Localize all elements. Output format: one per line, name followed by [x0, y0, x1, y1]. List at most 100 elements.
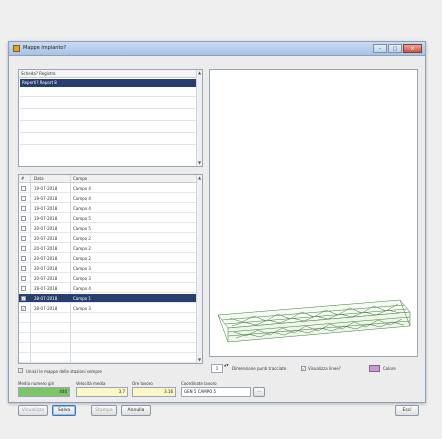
- app-icon: [13, 45, 20, 52]
- visualizza-button[interactable]: Visualizza: [18, 405, 48, 416]
- table-scrollbar[interactable]: ▲ ▼: [196, 175, 202, 363]
- table-row[interactable]: 19-07-2018 Campo 4: [19, 194, 197, 203]
- table-header: # Data Campo: [19, 175, 197, 183]
- row-date: 20-07-2018: [34, 256, 58, 261]
- divider: [20, 144, 196, 145]
- top-list-item-selected[interactable]: Reperti? Report 8: [20, 79, 202, 87]
- row-date: 28-07-2018: [34, 306, 58, 311]
- row-field-name: Campo 1: [73, 296, 91, 301]
- row-date: 19-07-2018: [34, 196, 58, 201]
- scroll-up-icon[interactable]: ▲: [197, 175, 202, 181]
- minimize-button[interactable]: –: [373, 44, 387, 53]
- table-row[interactable]: 19-07-2018 Campo 4: [19, 204, 197, 213]
- row-field-name: Campo 4: [73, 196, 91, 201]
- column-header-date[interactable]: Data: [34, 176, 44, 181]
- point-size-arrows-icon[interactable]: ▲▼: [224, 363, 229, 367]
- point-size-label: Dimensione punti tracciato: [232, 366, 287, 371]
- main-window: Mappe impianto? – □ × Scheda? Registro R…: [8, 41, 426, 416]
- coordinates-field[interactable]: GEN 5 CAMPO 5: [181, 387, 251, 397]
- row-date: 28-07-2018: [34, 296, 58, 301]
- show-lines-label: Visualizza linee?: [308, 366, 341, 371]
- point-size-spinner[interactable]: 1: [211, 364, 223, 373]
- table-row[interactable]: 19-07-2018 Campo 4: [19, 184, 197, 193]
- row-checkbox[interactable]: [21, 196, 26, 201]
- table-row[interactable]: 20-07-2018 Campo 2: [19, 254, 197, 263]
- row-checkbox[interactable]: [21, 236, 26, 241]
- row-checkbox[interactable]: [21, 216, 26, 221]
- row-checkbox[interactable]: [21, 256, 26, 261]
- row-checkbox[interactable]: ✓: [21, 296, 26, 301]
- title-bar[interactable]: Mappe impianto? – □ ×: [9, 42, 425, 56]
- row-checkbox[interactable]: [21, 186, 26, 191]
- track-color-label: Colore: [383, 366, 396, 371]
- row-field-name: Campo 3: [73, 276, 91, 281]
- column-header-field[interactable]: Campo: [73, 176, 87, 181]
- row-field-name: Campo 4: [73, 206, 91, 211]
- row-checkbox[interactable]: [21, 276, 26, 281]
- row-date: 28-07-2018: [34, 286, 58, 291]
- row-checkbox[interactable]: [21, 266, 26, 271]
- save-button[interactable]: Salva: [52, 405, 76, 416]
- top-list-scrollbar[interactable]: ▲ ▼: [196, 70, 202, 166]
- track-3d-drawing: [217, 299, 411, 343]
- row-date: 20-07-2018: [34, 246, 58, 251]
- row-field-name: Campo 4: [73, 186, 91, 191]
- print-button[interactable]: Stampa: [91, 405, 117, 416]
- row-checkbox[interactable]: ✓: [21, 306, 26, 311]
- track-color-swatch[interactable]: [369, 365, 380, 372]
- row-field-name: Campo 2: [73, 256, 91, 261]
- row-checkbox[interactable]: [21, 246, 26, 251]
- row-date: 20-07-2018: [34, 226, 58, 231]
- table-row[interactable]: ✓ 28-07-2018 Campo 1: [19, 294, 197, 303]
- table-row[interactable]: 20-07-2018 Campo 2: [19, 234, 197, 243]
- divider: [20, 120, 196, 121]
- row-field-name: Campo 3: [73, 306, 91, 311]
- row-date: 20-07-2018: [34, 266, 58, 271]
- table-row[interactable]: 19-07-2018 Campo 5: [19, 214, 197, 223]
- row-field-name: Campo 5: [73, 216, 91, 221]
- row-checkbox[interactable]: [21, 226, 26, 231]
- divider: [20, 108, 196, 109]
- maximize-button[interactable]: □: [388, 44, 402, 53]
- divider: [20, 132, 196, 133]
- table-row-empty: [19, 334, 197, 343]
- row-field-name: Campo 5: [73, 226, 91, 231]
- session-table[interactable]: # Data Campo 19-07-2018 Campo 4 19-07-2018…: [18, 174, 203, 364]
- column-header-index[interactable]: #: [21, 176, 24, 181]
- avg-speed-label: Velocità media: [76, 381, 106, 386]
- merge-maps-checkbox[interactable]: ✓: [18, 368, 23, 373]
- scroll-down-icon[interactable]: ▼: [197, 160, 202, 166]
- row-checkbox[interactable]: [21, 206, 26, 211]
- row-date: 19-07-2018: [34, 216, 58, 221]
- row-field-name: Campo 2: [73, 246, 91, 251]
- close-window-button[interactable]: ×: [403, 44, 422, 53]
- row-date: 20-07-2018: [34, 236, 58, 241]
- exit-button[interactable]: Esci: [395, 405, 419, 416]
- row-checkbox[interactable]: [21, 286, 26, 291]
- coordinates-label: Coordinate lavoro: [181, 381, 217, 386]
- work-hours-label: Ore lavoro: [132, 381, 153, 386]
- table-row[interactable]: 20-07-2018 Campo 3: [19, 264, 197, 273]
- show-lines-checkbox[interactable]: ✓: [301, 366, 306, 371]
- table-row-empty: [19, 314, 197, 323]
- row-date: 19-07-2018: [34, 186, 58, 191]
- cancel-button[interactable]: Annulla: [121, 405, 151, 416]
- top-list[interactable]: Scheda? Registro Reperti? Report 8 ▲ ▼: [18, 69, 203, 167]
- scroll-up-icon[interactable]: ▲: [197, 70, 202, 76]
- table-row[interactable]: 20-07-2018 Campo 5: [19, 224, 197, 233]
- window-title: Mappe impianto?: [23, 45, 67, 51]
- track-3d-view[interactable]: [209, 69, 418, 357]
- top-list-header: Scheda? Registro: [19, 70, 202, 78]
- table-row[interactable]: ✓ 28-07-2018 Campo 3: [19, 304, 197, 313]
- minimize-icon: –: [378, 46, 382, 52]
- row-field-name: Campo 3: [73, 266, 91, 271]
- table-row[interactable]: 28-07-2018 Campo 4: [19, 284, 197, 293]
- avg-speed-field: 3.7: [76, 387, 128, 397]
- scroll-down-icon[interactable]: ▼: [197, 357, 202, 363]
- maximize-icon: □: [392, 46, 398, 52]
- table-row[interactable]: 20-07-2018 Campo 2: [19, 244, 197, 253]
- browse-coordinates-button[interactable]: …: [253, 387, 265, 397]
- row-date: 19-07-2018: [34, 206, 58, 211]
- row-field-name: Campo 4: [73, 286, 91, 291]
- table-row[interactable]: 20-07-2018 Campo 3: [19, 274, 197, 283]
